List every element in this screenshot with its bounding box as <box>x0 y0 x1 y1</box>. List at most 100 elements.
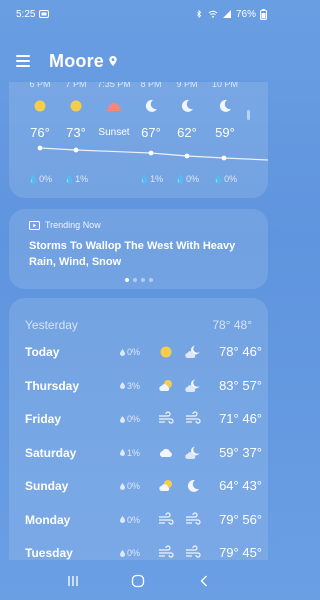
carousel-dot <box>140 278 145 282</box>
droplet-icon: 💧 <box>27 174 40 184</box>
day-temps: 79° 56° <box>219 511 262 527</box>
menu-icon[interactable] <box>16 55 30 67</box>
recent-apps-icon <box>68 576 78 586</box>
day-temps: 71° 46° <box>219 411 262 426</box>
day-row[interactable]: Friday 0% 71° 46° <box>25 409 262 429</box>
day-temps: 83° 57° <box>219 377 262 393</box>
day-precip-value: 0% <box>127 414 141 424</box>
hour-time: 8 PM <box>140 82 162 89</box>
trend-point <box>184 153 190 159</box>
day-row[interactable]: Saturday 1% 59° 37° <box>25 443 262 463</box>
sun-icon <box>70 100 82 112</box>
system-nav-bar <box>0 562 277 600</box>
status-time: 5:25 <box>16 8 36 20</box>
hour-time: 9 PM <box>176 82 198 89</box>
yesterday-row: Yesterday 78° 48° <box>25 318 252 332</box>
signal-icon <box>222 10 231 18</box>
day-row[interactable]: Tuesday 0% 79° 45° <box>25 543 262 560</box>
partly-cloudy-icon <box>158 478 174 494</box>
sun-icon <box>158 344 174 360</box>
partly-cloudy-icon <box>158 378 174 394</box>
hourly-forecast-card[interactable]: 6 PM 76° 7 PM 73° 7:35 PM Sunset 8 PM 67… <box>9 82 268 198</box>
droplet-icon: 💧 <box>138 174 151 184</box>
day-precip-value: 0% <box>127 347 141 357</box>
droplet-icon: 💧 <box>174 174 187 184</box>
day-temps: 78° 46° <box>219 344 262 359</box>
carousel-dot <box>148 278 153 282</box>
status-bar: 5:25 76% <box>0 0 277 28</box>
wind-icon <box>185 411 201 427</box>
day-name: Thursday <box>25 378 80 393</box>
back-icon <box>200 575 208 587</box>
trend-point <box>37 145 43 151</box>
droplet-icon <box>120 382 125 389</box>
day-row[interactable]: Today 0% 78° 46° <box>25 342 262 362</box>
trending-news-card[interactable]: Trending Now Storms To Wallop The West W… <box>9 209 268 289</box>
day-temps: 64° 43° <box>219 478 262 493</box>
battery-icon <box>260 8 267 20</box>
hour-precip: 💧0% <box>212 174 238 184</box>
day-row[interactable]: Thursday 3% 83° 57° <box>25 376 262 396</box>
wind-icon <box>158 411 174 427</box>
temperature-trend-line <box>37 145 268 161</box>
day-name: Today <box>25 345 60 359</box>
day-temps: 79° 45° <box>219 545 262 560</box>
hour-precip: 💧1% <box>138 174 164 184</box>
trend-point <box>221 155 227 161</box>
city-name[interactable]: Moore <box>49 51 104 72</box>
cloud-icon <box>158 445 174 461</box>
day-precip: 1% <box>120 448 140 458</box>
droplet-icon <box>120 415 125 423</box>
home-icon <box>132 574 145 588</box>
moon-icon <box>219 99 231 112</box>
day-name: Tuesday <box>25 546 73 560</box>
yesterday-label: Yesterday <box>25 318 78 332</box>
day-name: Sunday <box>25 479 69 493</box>
home-button[interactable] <box>128 571 148 591</box>
day-precip-value: 0% <box>127 514 141 525</box>
day-precip: 0% <box>120 515 140 525</box>
daily-forecast-card[interactable]: Yesterday 78° 48° Today 0% 78° 46° Thursday… <box>9 298 268 560</box>
day-temps: 59° 37° <box>219 444 262 460</box>
droplet-icon <box>120 348 125 356</box>
droplet-icon <box>120 482 125 490</box>
moon-icon <box>145 99 157 112</box>
wifi-icon <box>208 10 218 18</box>
sun-icon <box>34 100 46 112</box>
hour-time: 7 PM <box>65 82 87 89</box>
day-precip-value: 0% <box>127 548 141 558</box>
trending-label: Trending Now <box>45 220 101 230</box>
day-name: Friday <box>25 412 62 426</box>
recent-apps-button[interactable] <box>63 571 83 591</box>
header: Moore <box>0 46 277 76</box>
trend-point <box>148 150 154 156</box>
day-precip: 3% <box>120 381 140 391</box>
partly-cloudy-night-icon <box>185 378 201 394</box>
day-precip-value: 1% <box>127 447 141 458</box>
droplet-icon: 💧 <box>212 174 225 184</box>
day-row[interactable]: Monday 0% 79° 56° <box>25 510 262 530</box>
hour-time: 7:35 PM <box>97 82 131 89</box>
hour-precip: 💧0% <box>27 174 53 184</box>
day-row[interactable]: Sunday 0% 64° 43° <box>25 476 262 496</box>
hour-time: 6 PM <box>29 82 51 89</box>
day-precip: 0% <box>120 481 140 491</box>
wind-icon <box>185 511 201 528</box>
day-precip-value: 3% <box>127 380 141 391</box>
carousel-dots <box>9 278 268 282</box>
overflow-hint <box>247 110 250 120</box>
droplet-icon: 💧 <box>63 174 76 184</box>
day-precip-value: 0% <box>127 481 141 491</box>
day-name: Saturday <box>25 445 77 460</box>
hour-time: 10 PM <box>211 82 238 89</box>
day-precip: 0% <box>120 414 140 424</box>
back-button[interactable] <box>194 571 214 591</box>
droplet-icon <box>120 549 125 557</box>
moon-icon <box>181 99 193 112</box>
wind-icon <box>158 511 174 528</box>
news-headline[interactable]: Storms To Wallop The West With Heavy Rai… <box>29 238 259 270</box>
carousel-dot-active <box>124 278 129 282</box>
droplet-icon <box>120 516 125 523</box>
notification-icon <box>39 10 50 18</box>
partly-cloudy-night-icon <box>185 344 201 360</box>
